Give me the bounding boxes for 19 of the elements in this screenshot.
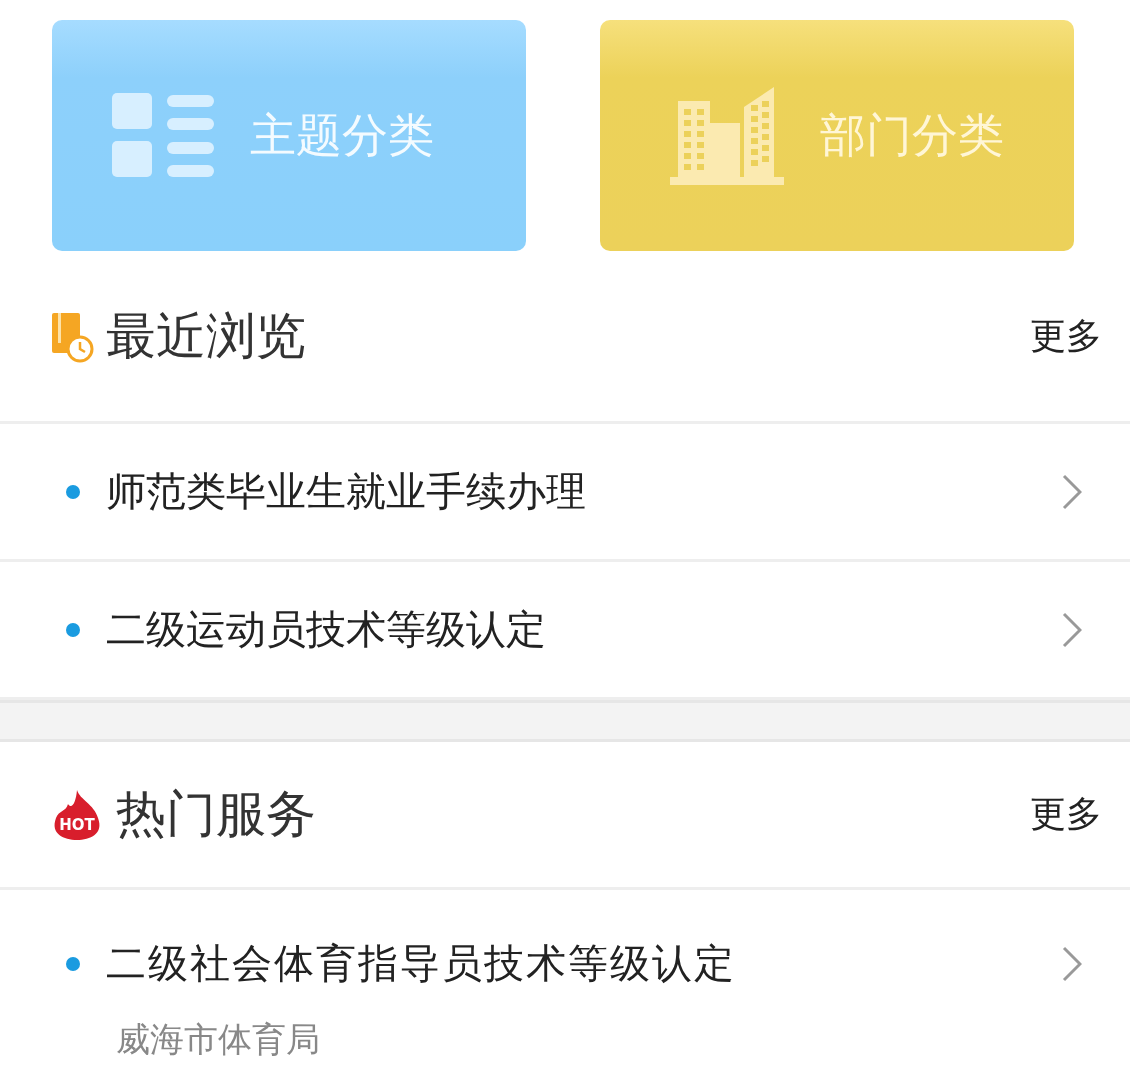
more-link[interactable]: 更多	[1030, 312, 1102, 361]
bullet-dot	[66, 956, 80, 971]
item-subtitle: 威海市体育局	[116, 1018, 321, 1061]
bullet-dot	[66, 622, 80, 637]
chevron-right-icon	[1062, 611, 1082, 648]
item-title: 师范类毕业生就业手续办理	[106, 467, 586, 516]
chevron-right-icon	[1062, 473, 1082, 510]
item-title: 二级运动员技术等级认定	[106, 605, 546, 654]
section-title: 最近浏览	[106, 306, 306, 367]
grid-list-icon	[112, 92, 214, 179]
buildings-icon	[670, 86, 784, 185]
list-item[interactable]: 师范类毕业生就业手续办理	[0, 424, 1130, 562]
section-title: 热门服务	[116, 784, 316, 845]
list-item[interactable]: 二级社会体育指导员技术等级认定 威海市体育局	[0, 890, 1130, 1077]
bullet-dot	[66, 484, 80, 499]
chevron-right-icon	[1062, 945, 1082, 982]
book-clock-icon	[50, 310, 94, 363]
more-link[interactable]: 更多	[1030, 790, 1102, 839]
item-title: 二级社会体育指导员技术等级认定	[106, 939, 736, 988]
